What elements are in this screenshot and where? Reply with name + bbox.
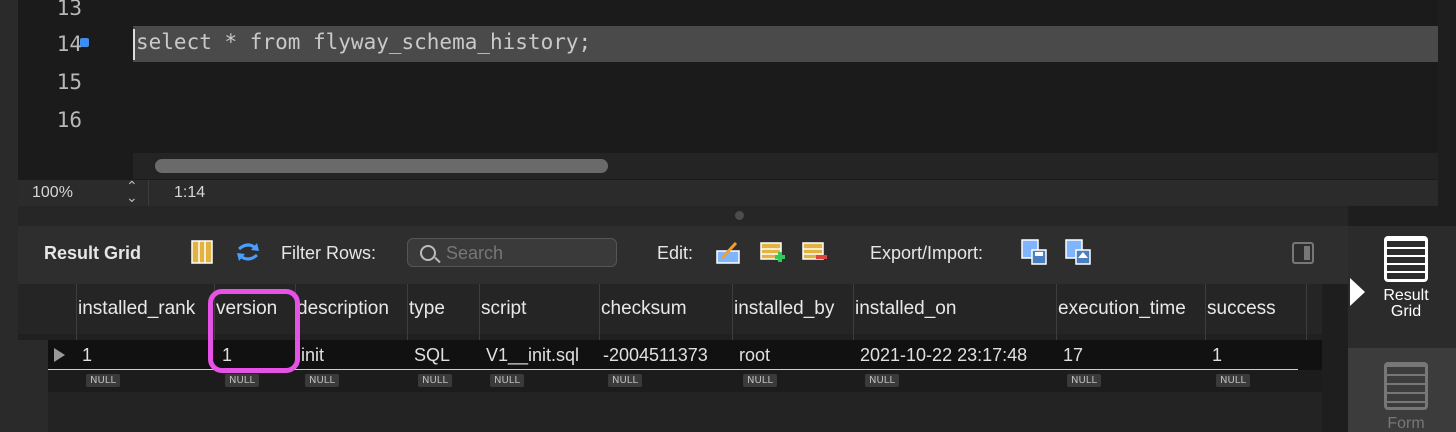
refresh-icon[interactable] <box>234 238 262 266</box>
null-badge[interactable]: NULL <box>305 374 339 387</box>
column-header-installed-on[interactable]: installed_on <box>855 298 1054 320</box>
cell-description[interactable]: init <box>301 345 405 366</box>
import-icon[interactable] <box>1064 238 1092 266</box>
result-grid-icon <box>1384 236 1428 282</box>
column-header-description[interactable]: description <box>297 298 405 320</box>
null-badge[interactable]: NULL <box>86 374 120 387</box>
add-row-icon[interactable] <box>758 238 786 266</box>
active-view-arrow-icon <box>1350 278 1365 306</box>
cell-installed-rank[interactable]: 1 <box>82 345 212 366</box>
filter-rows-label: Filter Rows: <box>281 243 377 263</box>
zoom-stepper-icon[interactable]: ⌃ ⌄ <box>126 179 138 204</box>
column-header-type[interactable]: type <box>409 298 477 320</box>
null-badge[interactable]: NULL <box>418 374 452 387</box>
cell-type[interactable]: SQL <box>414 345 477 366</box>
left-strip <box>0 0 18 432</box>
result-grid-label: Result Grid <box>44 243 142 263</box>
row-header-column <box>18 340 48 432</box>
statement-marker-icon <box>80 38 89 47</box>
version-column-highlight <box>208 289 300 373</box>
export-icon[interactable] <box>1020 238 1048 266</box>
export-import-label: Export/Import: <box>870 243 984 263</box>
form-editor-icon <box>1384 362 1428 410</box>
editor-status-bar: 100% ⌃ ⌄ 1:14 <box>18 179 1438 206</box>
column-header-installed-rank[interactable]: installed_rank <box>78 298 212 320</box>
status-divider <box>148 180 149 206</box>
null-badge[interactable]: NULL <box>490 374 524 387</box>
line-number: 16 <box>56 108 82 132</box>
zoom-level: 100% <box>32 184 73 201</box>
cell-execution-time[interactable]: 17 <box>1063 345 1203 366</box>
cell-installed-on[interactable]: 2021-10-22 23:17:48 <box>860 345 1054 366</box>
delete-row-icon[interactable] <box>800 238 828 266</box>
editor-scrollbar-thumb[interactable] <box>155 159 608 173</box>
edit-row-icon[interactable] <box>714 238 742 266</box>
column-header-execution-time[interactable]: execution_time <box>1058 298 1203 320</box>
panel-splitter[interactable] <box>18 206 1348 226</box>
text-caret <box>133 29 135 60</box>
search-icon <box>420 245 436 261</box>
column-header-success[interactable]: success <box>1207 298 1304 320</box>
empty-grid-area <box>48 392 1322 432</box>
filter-search-box[interactable] <box>407 238 617 267</box>
cell-installed-by[interactable]: root <box>739 345 851 366</box>
current-row-arrow-icon <box>54 348 65 362</box>
result-grid-view-button[interactable]: Result Grid <box>1370 236 1442 320</box>
edit-label: Edit: <box>657 243 694 263</box>
cell-checksum[interactable]: -2004511373 <box>603 345 730 366</box>
filter-search-input[interactable] <box>446 242 606 264</box>
null-badge[interactable]: NULL <box>1067 374 1101 387</box>
result-grid-view-label: Result Grid <box>1383 287 1429 320</box>
cursor-position: 1:14 <box>174 184 206 201</box>
splitter-handle-icon[interactable] <box>735 211 744 220</box>
null-badge[interactable]: NULL <box>865 374 899 387</box>
line-number: 14 <box>56 32 82 56</box>
form-view-label: Form <box>1387 415 1425 432</box>
null-badge[interactable]: NULL <box>1216 374 1250 387</box>
null-badge[interactable]: NULL <box>743 374 777 387</box>
null-badge[interactable]: NULL <box>608 374 642 387</box>
column-layout-icon[interactable] <box>188 238 216 266</box>
cell-script[interactable]: V1__init.sql <box>486 345 597 366</box>
column-header-checksum[interactable]: checksum <box>601 298 730 320</box>
toggle-side-panel-icon[interactable] <box>1292 242 1314 264</box>
cell-success[interactable]: 1 <box>1212 345 1304 366</box>
null-badge[interactable]: NULL <box>225 374 259 387</box>
line-number: 13 <box>56 0 82 20</box>
line-number: 15 <box>56 70 82 94</box>
result-toolbar: Result Grid Filter Rows: Edit: Export/Im… <box>18 226 1348 284</box>
column-header-script[interactable]: script <box>481 298 597 320</box>
column-header-installed-by[interactable]: installed_by <box>734 298 851 320</box>
form-view-button[interactable]: Form <box>1370 362 1442 432</box>
code-line-14[interactable]: select * from flyway_schema_history; <box>136 30 591 54</box>
